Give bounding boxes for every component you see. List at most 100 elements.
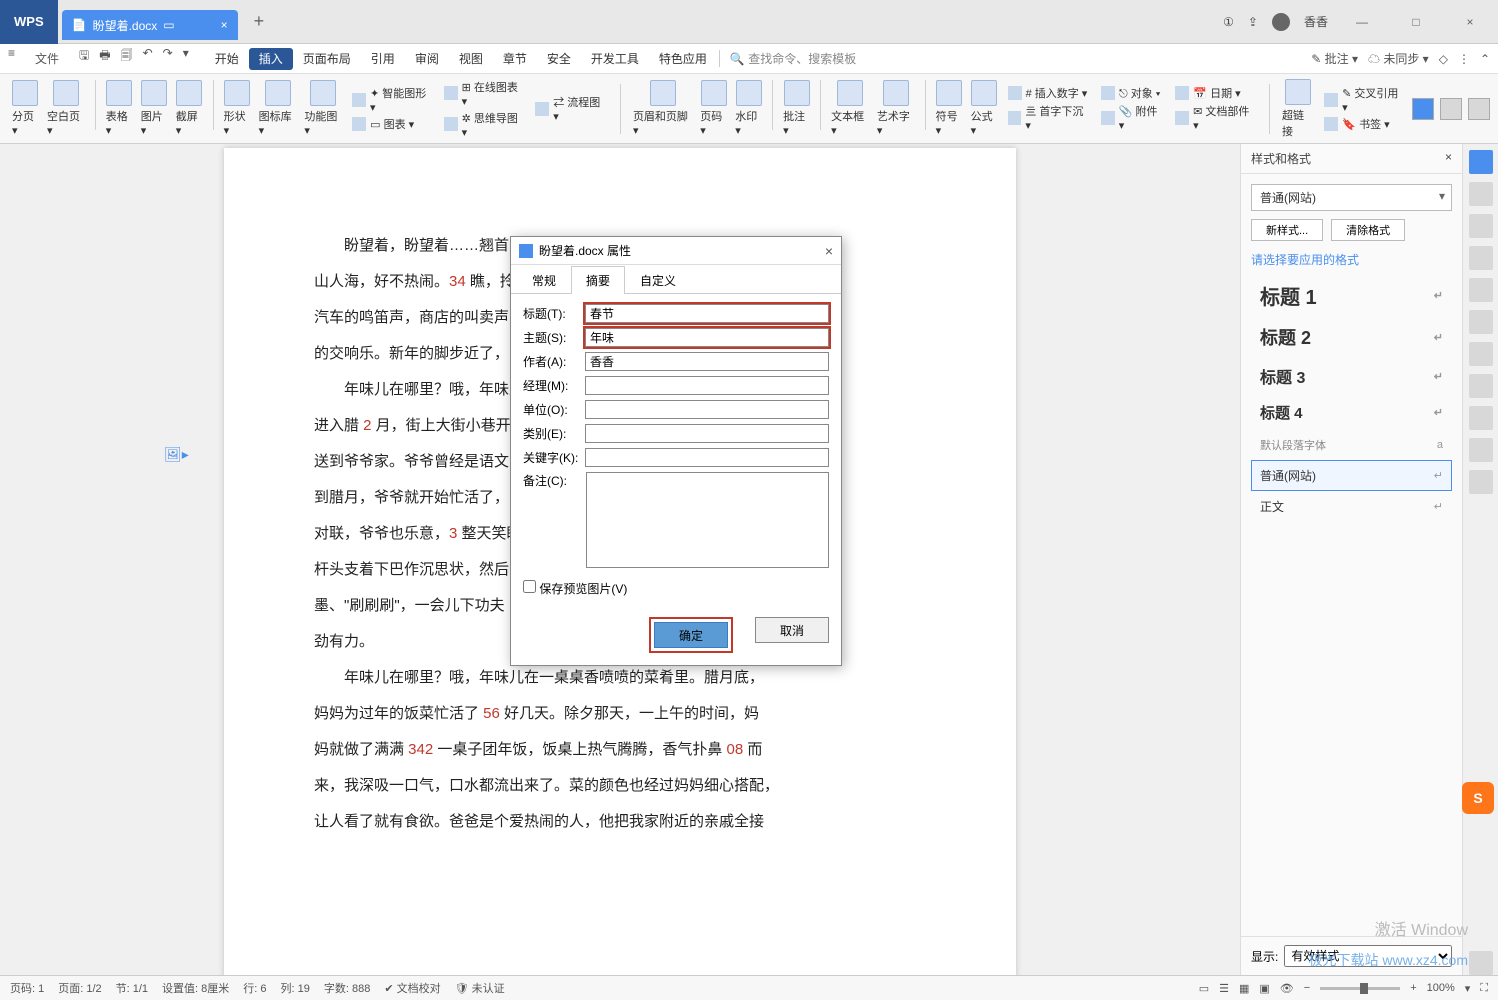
more-icon[interactable]: ⋮ — [1458, 52, 1470, 66]
ribbon-page-number[interactable]: 页码▾ — [696, 80, 731, 137]
ribbon-comment[interactable]: 批注▾ — [779, 80, 814, 137]
menu-插入[interactable]: 插入 — [249, 48, 293, 70]
status-words[interactable]: 字数: 888 — [324, 980, 370, 996]
dialog-tab-自定义[interactable]: 自定义 — [625, 266, 691, 294]
menu-特色应用[interactable]: 特色应用 — [649, 48, 717, 70]
misc-tool-icon[interactable] — [1469, 951, 1493, 975]
image-tool-icon[interactable] — [1469, 438, 1493, 462]
ribbon-table[interactable]: 表格▾ — [102, 80, 137, 137]
ribbon-附件[interactable]: 📎 附件 ▾ — [1101, 103, 1165, 132]
menu-引用[interactable]: 引用 — [361, 48, 405, 70]
field-input-keywords[interactable] — [585, 448, 829, 467]
paragraph[interactable]: 让人看了就有食欲。爸爸是个爱热闹的人，他把我家附近的亲戚全接 — [314, 804, 936, 840]
ribbon-交叉引用[interactable]: ✎ 交叉引用 ▾ — [1324, 85, 1406, 114]
cancel-button[interactable]: 取消 — [755, 617, 829, 643]
save-icon[interactable]: 🖫 — [79, 46, 89, 71]
ribbon-equation[interactable]: 公式▾ — [967, 80, 1002, 137]
table-tool-icon[interactable] — [1469, 278, 1493, 302]
menu-页面布局[interactable]: 页面布局 — [293, 48, 361, 70]
ribbon-图表[interactable]: ▭ 图表 ▾ — [352, 116, 434, 132]
style-item-标题 3[interactable]: 标题 3↵ — [1251, 357, 1452, 395]
ribbon-wordart[interactable]: 艺术字▾ — [873, 80, 919, 137]
ribbon-shapes[interactable]: 形状▾ — [220, 80, 255, 137]
annotation-toggle[interactable]: ✎ 批注 ▾ — [1311, 50, 1358, 67]
reference-tool-icon[interactable] — [1469, 342, 1493, 366]
new-tab-button[interactable]: + — [246, 7, 273, 36]
select-tool-icon[interactable] — [1469, 182, 1493, 206]
fullscreen-icon[interactable]: ⛶ — [1480, 982, 1488, 995]
layout-tool-icon[interactable] — [1469, 406, 1493, 430]
style-item-标题 4[interactable]: 标题 4↵ — [1251, 395, 1452, 430]
field-input-title[interactable] — [585, 304, 829, 323]
menu-安全[interactable]: 安全 — [537, 48, 581, 70]
status-section[interactable]: 节: 1/1 — [116, 980, 148, 996]
skin-icon[interactable]: ◇ — [1439, 52, 1448, 66]
ribbon-首字下沉[interactable]: 亖 首字下沉 ▾ — [1008, 103, 1091, 132]
field-input-author[interactable] — [585, 352, 829, 371]
menu-章节[interactable]: 章节 — [493, 48, 537, 70]
save-preview-checkbox[interactable]: 保存预览图片(V) — [523, 582, 627, 596]
view-web-icon[interactable]: ▦ — [1239, 982, 1249, 995]
print-preview-icon[interactable]: 🗐 — [121, 46, 133, 71]
insert-image-gutter-icon[interactable]: 🖼▸ — [164, 438, 189, 472]
field-input-manager[interactable] — [585, 376, 829, 395]
field-input-subject[interactable] — [585, 328, 829, 347]
ribbon-page-break[interactable]: 分页▾ — [8, 80, 43, 137]
ok-button[interactable]: 确定 — [654, 622, 728, 648]
qat-more-icon[interactable]: ▾ — [183, 46, 189, 71]
zoom-value[interactable]: 100% — [1427, 982, 1455, 994]
status-spellcheck[interactable]: ✔ 文档校对 — [384, 980, 440, 996]
ribbon-watermark[interactable]: 水印▾ — [731, 80, 766, 137]
zoom-in-icon[interactable]: + — [1410, 982, 1416, 994]
style-item-普通(网站)[interactable]: 普通(网站)↵ — [1251, 460, 1452, 491]
file-menu[interactable]: 文件 — [25, 46, 69, 71]
ribbon-header-footer[interactable]: 页眉和页脚▾ — [629, 80, 696, 137]
ribbon-对象[interactable]: ⎋ 对象 ▾ — [1101, 85, 1165, 101]
undo-icon[interactable]: ↶ — [143, 46, 153, 71]
ribbon-blank-page[interactable]: 空白页▾ — [43, 80, 89, 137]
convert-tool-icon[interactable] — [1469, 374, 1493, 398]
show-filter-dropdown[interactable]: 有效样式 — [1284, 945, 1452, 967]
dialog-tab-常规[interactable]: 常规 — [517, 266, 571, 294]
paragraph[interactable]: 妈妈为过年的饭菜忙活了 56 好几天。除夕那天，一上午的时间，妈 — [314, 696, 936, 732]
style-item-默认段落字体[interactable]: 默认段落字体a — [1251, 430, 1452, 460]
shape-tool-icon[interactable] — [1469, 214, 1493, 238]
ribbon-smartart[interactable]: 功能图▾ — [300, 80, 346, 137]
ribbon-textbox[interactable]: 文本框▾ — [827, 80, 873, 137]
window-maximize-button[interactable]: □ — [1396, 7, 1436, 37]
view-mode-page[interactable] — [1412, 98, 1434, 120]
ribbon-书签[interactable]: 🔖 书签 ▾ — [1324, 116, 1406, 132]
ime-badge[interactable]: S — [1462, 782, 1494, 814]
new-style-button[interactable]: 新样式... — [1251, 219, 1323, 241]
view-outline-icon[interactable]: ☰ — [1219, 982, 1229, 995]
zoom-slider[interactable] — [1320, 987, 1400, 990]
ribbon-在线图表[interactable]: ⊞ 在线图表 ▾ — [444, 79, 526, 108]
field-input-company[interactable] — [585, 400, 829, 419]
print-icon[interactable]: 🖶 — [99, 46, 110, 71]
clear-format-button[interactable]: 清除格式 — [1331, 219, 1405, 241]
menu-视图[interactable]: 视图 — [449, 48, 493, 70]
view-mode-web[interactable] — [1440, 98, 1462, 120]
memo-textarea[interactable] — [586, 472, 829, 568]
command-search[interactable]: 🔍 查找命令、搜索模板 — [719, 50, 856, 67]
sync-status[interactable]: ☁ 未同步 ▾ — [1368, 50, 1429, 67]
dialog-tab-摘要[interactable]: 摘要 — [571, 266, 625, 294]
dialog-titlebar[interactable]: 盼望着.docx 属性 × — [511, 237, 841, 265]
status-cert[interactable]: 🛡 未认证 — [455, 980, 505, 996]
field-input-category[interactable] — [585, 424, 829, 443]
dialog-close-icon[interactable]: × — [825, 243, 833, 259]
clipboard-tool-icon[interactable] — [1469, 310, 1493, 334]
text-tool-icon[interactable] — [1469, 246, 1493, 270]
document-tab[interactable]: 📄 盼望着.docx ▭ × — [62, 10, 238, 40]
hamburger-icon[interactable]: ≡ — [8, 46, 15, 71]
dropdown-icon[interactable]: ⇪ — [1248, 15, 1258, 29]
notification-icon[interactable]: ① — [1223, 15, 1234, 29]
menu-开发工具[interactable]: 开发工具 — [581, 48, 649, 70]
ribbon-日期[interactable]: 📅 日期 ▾ — [1175, 85, 1257, 101]
ribbon-symbol[interactable]: 符号▾ — [932, 80, 967, 137]
close-panel-icon[interactable]: × — [1445, 150, 1452, 167]
redo-icon[interactable]: ↷ — [163, 46, 173, 71]
style-item-标题 2[interactable]: 标题 2↵ — [1251, 317, 1452, 357]
window-minimize-button[interactable]: — — [1342, 7, 1382, 37]
current-style-dropdown[interactable]: 普通(网站) — [1251, 184, 1452, 211]
